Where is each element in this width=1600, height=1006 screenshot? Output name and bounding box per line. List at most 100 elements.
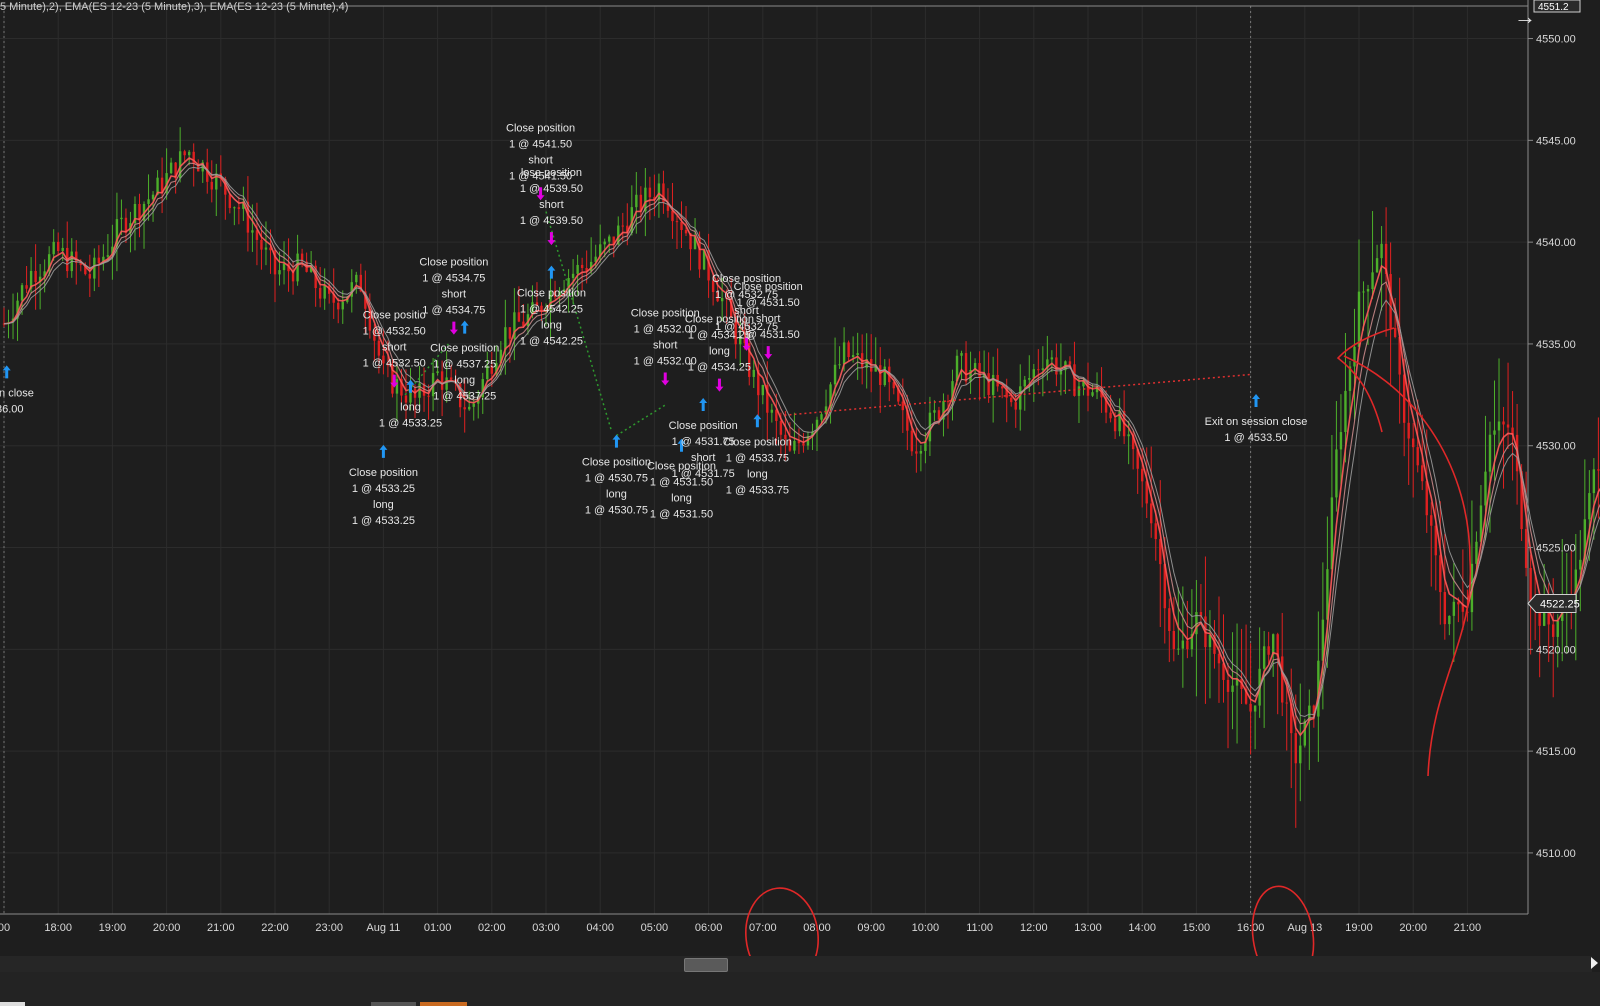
trade-label: short — [442, 289, 466, 301]
trade-label: long — [747, 468, 768, 480]
x-tick-label: 01:00 — [424, 922, 452, 934]
candle-body — [1412, 438, 1415, 448]
x-tick-label: 03:00 — [532, 922, 560, 934]
scroll-right-arrow-icon[interactable] — [1591, 957, 1598, 969]
candle-body — [752, 369, 755, 377]
x-tick-label: 23:00 — [315, 922, 343, 934]
candle-body — [88, 274, 92, 279]
candle-body — [1141, 468, 1144, 482]
candle-body — [1168, 608, 1171, 632]
candle-body — [1452, 601, 1456, 616]
y-tick-label: 4540.00 — [1536, 237, 1576, 249]
x-tick-label: 04:00 — [586, 922, 614, 934]
candle-body — [1493, 430, 1496, 435]
candle-body — [1068, 361, 1072, 365]
horizontal-scrollbar[interactable] — [0, 956, 1592, 972]
trade-label: short — [539, 199, 563, 211]
trade-label: 1 @ 4542.25 — [520, 336, 583, 348]
candle-body — [1430, 515, 1433, 526]
candle-body — [1353, 346, 1356, 367]
candle-body — [1502, 421, 1505, 425]
candle-body — [1344, 390, 1347, 433]
candle-body — [1271, 634, 1275, 655]
trade-label: short — [756, 313, 780, 325]
candle-body — [323, 285, 326, 299]
candle-body — [1303, 720, 1306, 746]
candle-body — [987, 373, 990, 395]
bottom-panel — [0, 972, 1600, 1006]
candle-body — [1299, 745, 1302, 764]
candle-body — [440, 371, 444, 390]
y-tick-label: 4515.00 — [1536, 746, 1576, 758]
candle-body — [856, 353, 859, 356]
bottom-tab-indicator-active[interactable] — [420, 1002, 467, 1006]
trade-label: 1 @ 4533.50 — [1224, 432, 1287, 444]
candle-body — [377, 340, 381, 356]
x-tick-label: Aug 11 — [366, 922, 400, 934]
candle-body — [1281, 656, 1284, 703]
trade-label: 1 @ 4533.75 — [726, 484, 789, 496]
trade-label: long — [454, 375, 475, 387]
x-tick-label: 13:00 — [1074, 922, 1102, 934]
candle-body — [571, 273, 575, 278]
x-tick-label: 16:00 — [1237, 922, 1265, 934]
candle-body — [1150, 503, 1153, 524]
candle-body — [1556, 620, 1559, 637]
candle-body — [1208, 635, 1212, 648]
candle-body — [915, 451, 918, 454]
x-tick-label: 19:00 — [1345, 922, 1373, 934]
candle-body — [1113, 418, 1117, 432]
trade-label: 1 @ 4542.25 — [520, 304, 583, 316]
trade-label: 1 @ 4534.75 — [422, 305, 485, 317]
price-chart[interactable]: ssion close 536.00 Close positio 1 @ 4532.5… — [0, 0, 1600, 1006]
candle-body — [169, 162, 173, 174]
x-tick-label: 06:00 — [695, 922, 723, 934]
candle-body — [1267, 646, 1270, 655]
candle-body — [1217, 653, 1221, 664]
candle-body — [1050, 357, 1054, 360]
trade-label: long — [671, 493, 692, 505]
candle-body — [34, 270, 37, 283]
candle-body — [1497, 421, 1501, 431]
candle-body — [879, 365, 882, 386]
candle-body — [468, 406, 471, 410]
bottom-tab-indicator[interactable] — [371, 1002, 416, 1006]
candle-body — [463, 407, 466, 410]
scrollbar-thumb[interactable] — [684, 958, 728, 972]
trade-label: Close position — [349, 467, 418, 479]
candle-body — [436, 371, 439, 374]
trade-label: 1 @ 4533.75 — [726, 452, 789, 464]
candle-body — [355, 274, 358, 283]
candle-body — [25, 285, 28, 289]
trade-label: long — [541, 320, 562, 332]
trade-label: 1 @ 4532.50 — [363, 326, 426, 338]
candle-body — [1552, 624, 1555, 637]
candle-body — [991, 374, 995, 395]
candle-body — [608, 236, 611, 242]
candle-body — [1037, 369, 1040, 371]
bottom-tab-indicator[interactable] — [0, 1002, 25, 1006]
candle-body — [635, 194, 638, 208]
candle-body — [1448, 615, 1451, 625]
candle-body — [1579, 559, 1582, 570]
scroll-to-latest-arrow-icon[interactable]: → — [1514, 4, 1536, 30]
candle-body — [337, 302, 340, 310]
y-tick-label: 4520.00 — [1536, 644, 1576, 656]
trade-label: short — [528, 154, 552, 166]
indicator-title: 5 Minute),2), EMA(ES 12-23 (5 Minute),3)… — [0, 1, 349, 13]
y-tick-label: 4510.00 — [1536, 848, 1576, 860]
candle-body — [1231, 685, 1234, 692]
y-tick-label: 4545.00 — [1536, 135, 1576, 147]
candle-body — [97, 257, 101, 264]
candle-body — [960, 353, 963, 356]
candle-body — [978, 363, 981, 378]
plot-background — [0, 0, 1600, 1006]
candle-body — [576, 264, 579, 274]
candle-body — [1375, 258, 1379, 273]
x-tick-label: 14:00 — [1128, 922, 1156, 934]
y-tick-label: 4525.00 — [1536, 543, 1576, 555]
trade-label: Close positio — [363, 310, 426, 322]
candle-body — [1253, 705, 1257, 712]
top-price-label: 4551.2 — [1538, 2, 1569, 13]
x-tick-label: 09:00 — [857, 922, 885, 934]
